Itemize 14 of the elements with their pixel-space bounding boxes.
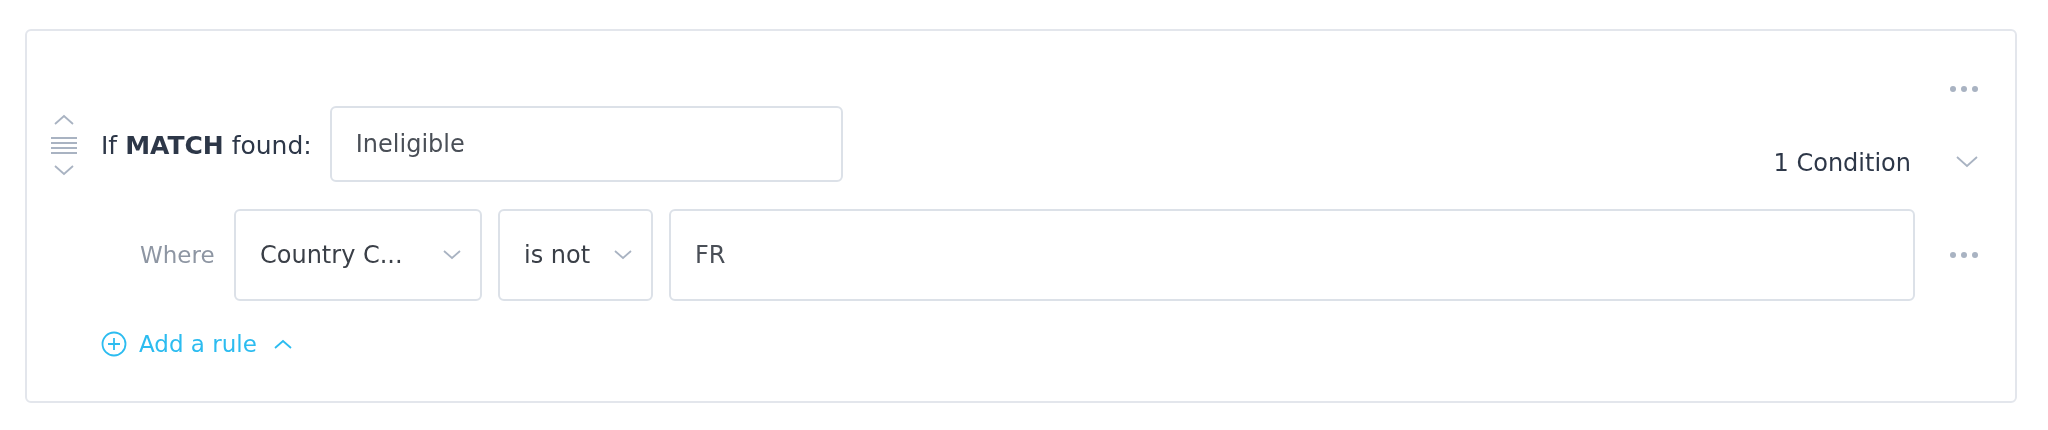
chevron-down-icon [613, 249, 633, 261]
chevron-down-icon[interactable] [1955, 155, 1979, 169]
chevron-up-icon[interactable] [272, 338, 293, 350]
condition-count: 1 Condition [1773, 149, 1911, 177]
chevron-down-icon [442, 249, 462, 261]
match-label: If MATCH found: [101, 130, 312, 160]
plus-circle-icon [101, 331, 127, 357]
where-label: Where [140, 242, 216, 268]
value-field[interactable]: FR [669, 209, 1915, 301]
operator-select[interactable]: is not [498, 209, 653, 301]
more-icon[interactable] [1949, 85, 1979, 93]
outcome-field[interactable]: Ineligible [329, 106, 843, 182]
field-select[interactable]: Country C... [234, 209, 482, 301]
more-icon[interactable] [1949, 251, 1979, 259]
